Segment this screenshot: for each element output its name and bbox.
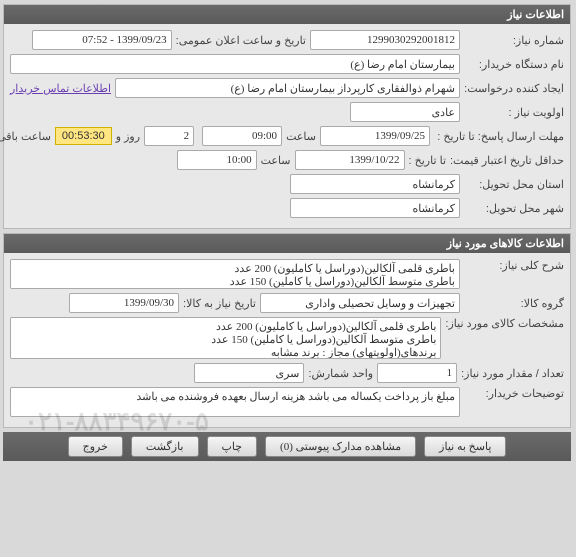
- priority-label: اولویت نیاز :: [465, 106, 565, 119]
- notes-field[interactable]: [11, 387, 461, 417]
- countdown-badge: 00:53:30: [56, 127, 113, 145]
- respond-button[interactable]: پاسخ به نیاز: [425, 436, 507, 457]
- deadline-label: مهلت ارسال پاسخ: تا تاریخ :: [435, 130, 565, 143]
- need-date-label: تاریخ نیاز به کالا:: [184, 297, 257, 310]
- unit-field[interactable]: [195, 363, 305, 383]
- goods-panel: اطلاعات کالاهای مورد نیاز شرح کلی نیاز: …: [4, 233, 572, 428]
- announce-field[interactable]: [33, 30, 173, 50]
- delivery-province-field[interactable]: [291, 174, 461, 194]
- spec-label: مشخصات کالای مورد نیاز:: [446, 317, 565, 330]
- requester-label: ایجاد کننده درخواست:: [465, 82, 565, 95]
- need-number-field[interactable]: [311, 30, 461, 50]
- validity-time-label: ساعت: [262, 154, 292, 167]
- contact-link[interactable]: اطلاعات تماس خریدار: [11, 82, 112, 95]
- buyer-field[interactable]: [11, 54, 461, 74]
- goods-header: اطلاعات کالاهای مورد نیاز: [5, 234, 571, 253]
- buyer-label: نام دستگاه خریدار:: [465, 58, 565, 71]
- print-button[interactable]: چاپ: [208, 436, 259, 457]
- priority-field[interactable]: [351, 102, 461, 122]
- qty-label: تعداد / مقدار مورد نیاز:: [462, 367, 565, 380]
- exit-button[interactable]: خروج: [69, 436, 124, 457]
- remain-label: ساعت باقی مانده: [0, 130, 52, 143]
- need-info-panel: اطلاعات نیاز شماره نیاز: تاریخ و ساعت اع…: [4, 4, 572, 229]
- delivery-city-label: شهر محل تحویل:: [465, 202, 565, 215]
- spec-field[interactable]: [11, 317, 442, 359]
- deadline-time-label: ساعت: [287, 130, 317, 143]
- goods-body: شرح کلی نیاز: گروه کالا: تاریخ نیاز به ک…: [5, 253, 571, 427]
- days-label: روز و: [117, 130, 141, 143]
- days-field[interactable]: [145, 126, 195, 146]
- group-label: گروه کالا:: [465, 297, 565, 310]
- need-info-header: اطلاعات نیاز: [5, 5, 571, 24]
- back-button[interactable]: بازگشت: [132, 436, 200, 457]
- validity-date-field[interactable]: [296, 150, 406, 170]
- validity-label: حداقل تاریخ اعتبار قیمت:: [451, 154, 565, 167]
- notes-label: توضیحات خریدار:: [465, 387, 565, 400]
- delivery-province-label: استان محل تحویل:: [465, 178, 565, 191]
- footer-bar: پاسخ به نیاز مشاهده مدارک پیوستی (0) چاپ…: [4, 432, 572, 461]
- desc-label: شرح کلی نیاز:: [465, 259, 565, 272]
- qty-field[interactable]: [378, 363, 458, 383]
- unit-label: واحد شمارش:: [309, 367, 374, 380]
- desc-field[interactable]: [11, 259, 461, 289]
- need-date-field[interactable]: [70, 293, 180, 313]
- deadline-date-field[interactable]: [321, 126, 431, 146]
- announce-label: تاریخ و ساعت اعلان عمومی:: [177, 34, 307, 47]
- need-info-body: شماره نیاز: تاریخ و ساعت اعلان عمومی: نا…: [5, 24, 571, 228]
- group-field[interactable]: [261, 293, 461, 313]
- requester-field[interactable]: [116, 78, 461, 98]
- validity-time-field[interactable]: [178, 150, 258, 170]
- validity-sub: تا تاریخ :: [410, 154, 447, 167]
- deadline-time-field[interactable]: [203, 126, 283, 146]
- delivery-city-field[interactable]: [291, 198, 461, 218]
- attachments-button[interactable]: مشاهده مدارک پیوستی (0): [266, 436, 417, 457]
- need-number-label: شماره نیاز:: [465, 34, 565, 47]
